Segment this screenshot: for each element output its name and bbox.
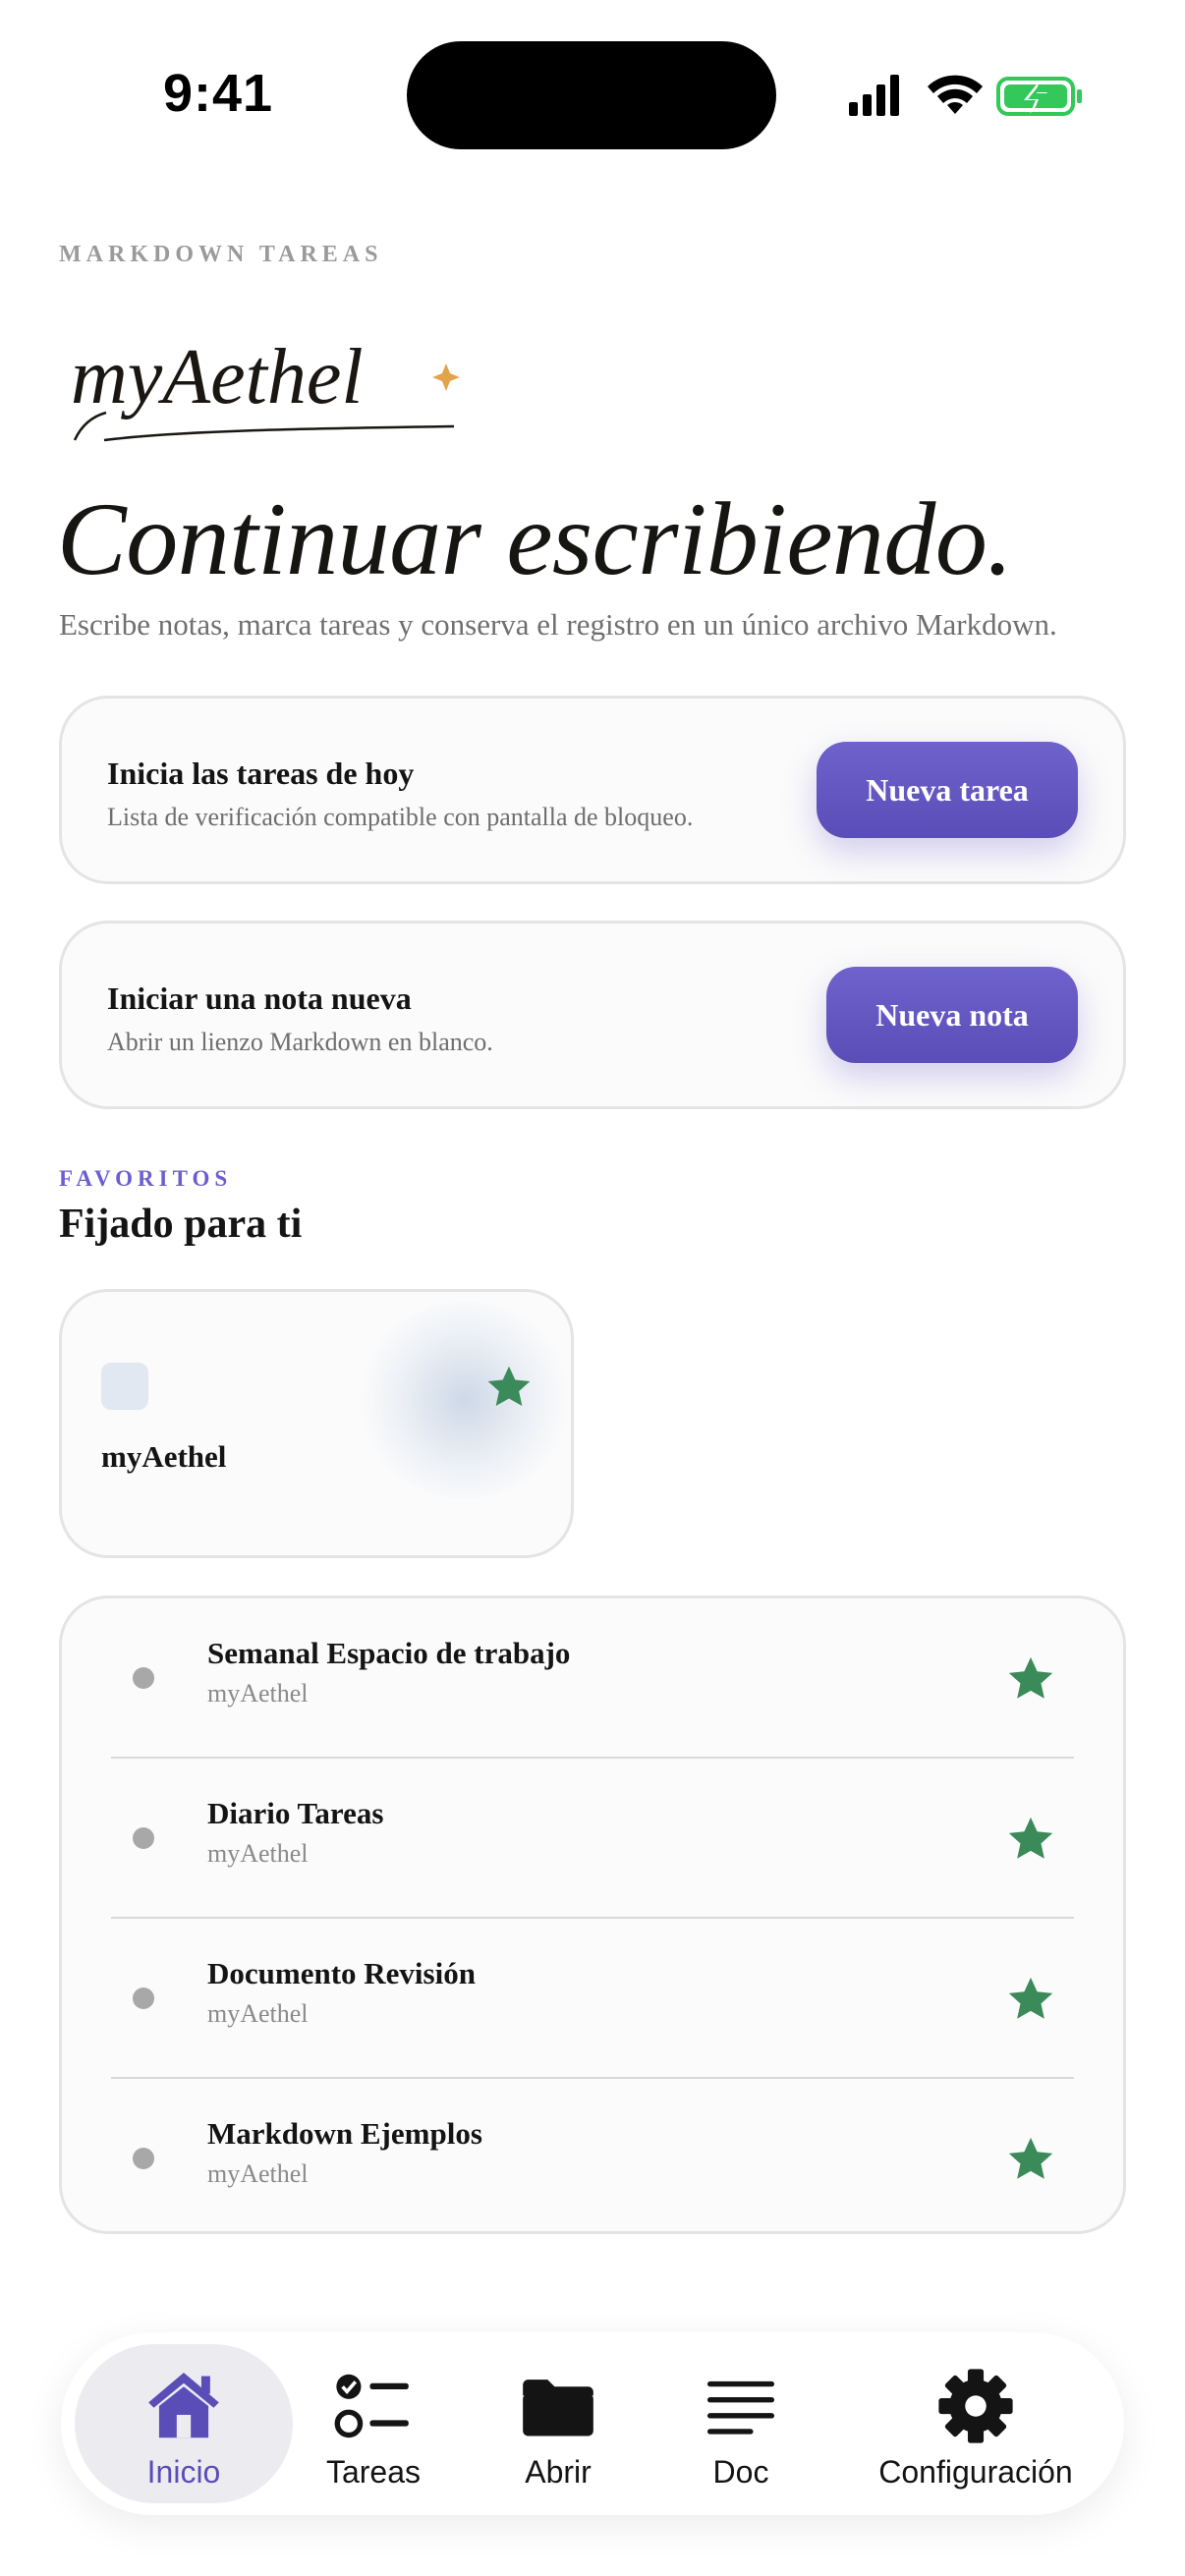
document-lines-icon xyxy=(706,2380,775,2435)
gear-icon xyxy=(938,2369,1013,2443)
action-card-subtitle: Lista de verificación compatible con pan… xyxy=(107,803,694,831)
tab-doc[interactable]: Doc xyxy=(680,2344,802,2503)
sparkle-icon xyxy=(432,364,460,391)
svg-text:myAethel: myAethel xyxy=(71,334,364,420)
action-card-tasks: Inicia las tareas de hoy Lista de verifi… xyxy=(59,696,1126,884)
tab-label: Tareas xyxy=(325,2454,422,2490)
status-time: 9:41 xyxy=(163,64,274,123)
list-item-title: Documento Revisión xyxy=(207,1956,476,1990)
bullet-icon xyxy=(133,1988,154,2009)
action-card-subtitle: Abrir un lienzo Markdown en blanco. xyxy=(107,1028,493,1056)
bullet-icon xyxy=(133,2148,154,2169)
pinned-card-title: myAethel xyxy=(101,1439,227,1474)
star-icon[interactable] xyxy=(484,1363,534,1412)
action-card-note: Iniciar una nota nueva Abrir un lienzo M… xyxy=(59,921,1126,1109)
new-note-button[interactable]: Nueva nota xyxy=(826,967,1078,1063)
list-item[interactable]: Diario Tareas myAethel xyxy=(62,1759,1123,1919)
page-subtitle: Escribe notas, marca tareas y conserva e… xyxy=(59,607,1057,642)
app-logo: myAethel xyxy=(71,334,460,442)
tab-abrir[interactable]: Abrir xyxy=(497,2344,619,2503)
list-item[interactable]: Semanal Espacio de trabajo myAethel xyxy=(62,1598,1123,1759)
tab-label: Inicio xyxy=(146,2454,221,2490)
action-card-title: Inicia las tareas de hoy xyxy=(107,756,415,791)
cellular-signal-icon xyxy=(849,75,899,116)
wifi-icon xyxy=(928,75,983,114)
dynamic-island xyxy=(407,41,776,149)
star-icon[interactable] xyxy=(1005,1814,1056,1865)
list-item[interactable]: Documento Revisión myAethel xyxy=(62,1919,1123,2079)
bullet-icon xyxy=(133,1827,154,1849)
page-title: Continuar escribiendo. xyxy=(57,481,1013,596)
battery-charging-icon xyxy=(996,77,1082,116)
tab-bar: Inicio Tareas Abrir Doc Configuración xyxy=(61,2332,1124,2515)
house-icon xyxy=(148,2372,219,2438)
status-icons xyxy=(849,75,1082,116)
list-item-subtitle: myAethel xyxy=(207,1999,309,2028)
app-eyebrow: MARKDOWN TAREAS xyxy=(59,242,383,267)
list-item-subtitle: myAethel xyxy=(207,2159,309,2188)
pinned-card-glow xyxy=(357,1302,571,1498)
list-item-subtitle: myAethel xyxy=(207,1839,309,1868)
list-item[interactable]: Markdown Ejemplos myAethel xyxy=(62,2079,1123,2239)
favorites-eyebrow: FAVORITOS xyxy=(59,1166,233,1191)
tab-tareas[interactable]: Tareas xyxy=(312,2344,434,2503)
tab-configuracion[interactable]: Configuración xyxy=(843,2344,1108,2503)
document-thumbnail-icon xyxy=(101,1363,148,1410)
star-icon[interactable] xyxy=(1005,2134,1056,2185)
list-item-title: Markdown Ejemplos xyxy=(207,2116,482,2151)
star-icon[interactable] xyxy=(1005,1653,1056,1705)
list-item-title: Semanal Espacio de trabajo xyxy=(207,1636,571,1670)
list-item-title: Diario Tareas xyxy=(207,1796,384,1830)
tab-label: Abrir xyxy=(525,2454,592,2490)
star-icon[interactable] xyxy=(1005,1974,1056,2025)
favorites-list: Semanal Espacio de trabajo myAethel Diar… xyxy=(59,1596,1126,2234)
new-task-button[interactable]: Nueva tarea xyxy=(817,742,1078,838)
checklist-icon xyxy=(334,2374,409,2438)
favorites-heading: Fijado para ti xyxy=(59,1202,303,1247)
action-card-title: Iniciar una nota nueva xyxy=(107,980,412,1016)
folder-icon xyxy=(523,2380,593,2436)
tab-inicio[interactable]: Inicio xyxy=(75,2344,293,2503)
tab-label: Doc xyxy=(712,2454,769,2490)
list-item-subtitle: myAethel xyxy=(207,1679,309,1708)
pinned-card[interactable]: myAethel xyxy=(59,1289,574,1558)
bullet-icon xyxy=(133,1667,154,1689)
tab-label: Configuración xyxy=(878,2454,1073,2490)
